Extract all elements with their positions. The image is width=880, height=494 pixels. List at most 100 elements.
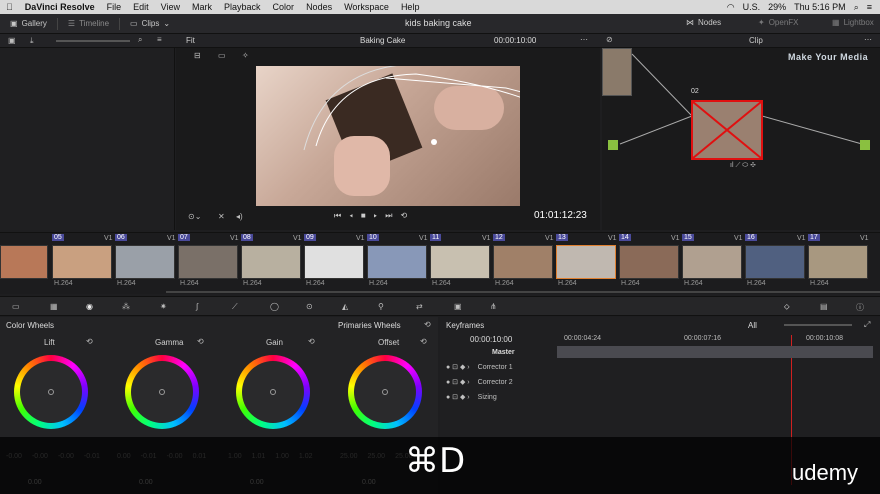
curves-icon[interactable]: ∫ [196, 302, 198, 311]
timeline-scrollbar[interactable] [166, 291, 880, 293]
color-match-icon[interactable]: ▦ [50, 302, 58, 311]
keyframe-zoom-slider[interactable] [784, 324, 852, 326]
menu-color[interactable]: Color [267, 2, 301, 12]
key-icon[interactable]: ⚲ [378, 302, 384, 311]
wheel-center-handle[interactable] [48, 389, 54, 395]
menu-edit[interactable]: Edit [127, 2, 155, 12]
timeline-clip[interactable] [556, 245, 616, 279]
color-wheel[interactable] [348, 355, 422, 429]
timeline-clip[interactable] [304, 245, 364, 279]
wifi-icon[interactable]: ◠ [727, 2, 735, 13]
wheel-center-handle[interactable] [382, 389, 388, 395]
clip-mode-dropdown[interactable]: Clip [749, 36, 763, 45]
fit-dropdown[interactable]: Fit [186, 36, 195, 45]
timeline-button[interactable]: ☰ Timeline [58, 19, 119, 28]
list-icon[interactable]: ≡ [157, 35, 162, 44]
color-wheel[interactable] [236, 355, 310, 429]
app-menu[interactable]: DaVinci Resolve [19, 2, 101, 12]
wheels-mode-dropdown[interactable]: Primaries Wheels [338, 321, 401, 330]
clock[interactable]: Thu 5:16 PM [794, 2, 846, 12]
timeline-clip[interactable] [241, 245, 301, 279]
input-node-icon[interactable] [608, 140, 618, 150]
split-view-icon[interactable]: ⊟ [194, 51, 201, 60]
menu-playback[interactable]: Playback [218, 2, 267, 12]
menu-file[interactable]: File [101, 2, 128, 12]
speaker-icon[interactable]: ◂) [236, 212, 243, 221]
menu-nodes[interactable]: Nodes [300, 2, 338, 12]
waveform-icon[interactable]: ▤ [820, 302, 828, 311]
menu-list-icon[interactable]: ≡ [867, 2, 872, 12]
search-icon[interactable]: ⌕ [138, 35, 142, 45]
wheel-center-handle[interactable] [159, 389, 165, 395]
keyframe-row-icons[interactable]: ● ⊡ ◆ › [446, 393, 470, 401]
tracker-icon[interactable]: ⊙ [306, 302, 313, 311]
3d-icon[interactable]: ▣ [454, 302, 462, 311]
reset-icon[interactable]: ⟲ [308, 337, 315, 346]
node-tool-icons[interactable]: ıl ⟋ ⬭ ✣ [730, 162, 756, 170]
filter-dropdown[interactable]: All [748, 321, 757, 330]
reset-icon[interactable]: ⟲ [197, 337, 204, 346]
more-icon[interactable]: ⋯ [864, 35, 872, 44]
split-icon[interactable]: ⋔ [490, 302, 497, 311]
qualifier-icon[interactable]: ⟋ [232, 302, 238, 312]
timeline-clip[interactable] [52, 245, 112, 279]
power-window-shapes[interactable] [256, 66, 520, 206]
timeline-clip[interactable] [115, 245, 175, 279]
info-icon[interactable]: ⓘ [856, 302, 864, 313]
sizing-icon[interactable]: ⇄ [416, 302, 423, 311]
color-wheel[interactable] [14, 355, 88, 429]
more-icon[interactable]: ⋯ [580, 35, 588, 44]
color-wheels-icon[interactable]: ◉ [86, 302, 93, 311]
openfx-button[interactable]: ✦ OpenFX [748, 18, 809, 27]
reset-icon[interactable]: ⟲ [424, 320, 431, 329]
blur-icon[interactable]: ◭ [342, 302, 348, 311]
battery-text[interactable]: 29% [768, 2, 786, 12]
bypass-icon[interactable]: ⊘ [606, 35, 613, 44]
close-icon[interactable]: ✕ [218, 212, 225, 221]
search-icon[interactable]: ⌕ [854, 2, 859, 13]
clips-button[interactable]: ▭ Clips ⌄ [120, 19, 180, 28]
keyframe-row-icons[interactable]: ● ⊡ ◆ › [446, 378, 470, 386]
menu-view[interactable]: View [155, 2, 186, 12]
camera-raw-icon[interactable]: ▭ [12, 302, 20, 311]
timeline-clip[interactable] [0, 245, 48, 279]
window-tool-icon[interactable]: ⊙⌄ [188, 212, 201, 221]
source-timecode: 00:00:10:00 [494, 36, 537, 45]
transport-controls[interactable]: ⏮◂■▸⏭⟲ [334, 211, 415, 221]
timeline-clip[interactable] [367, 245, 427, 279]
wheel-center-handle[interactable] [270, 389, 276, 395]
reset-icon[interactable]: ⟲ [420, 337, 427, 346]
timeline-clip[interactable] [178, 245, 238, 279]
expand-icon[interactable]: ⤢ [864, 320, 870, 330]
rgb-mixer-icon[interactable]: ⁂ [122, 302, 130, 311]
apple-menu-icon[interactable]:  [0, 2, 19, 12]
clip-name[interactable]: Baking Cake [360, 36, 405, 45]
node-02[interactable] [691, 100, 763, 160]
nodes-button[interactable]: ⋈ Nodes [676, 18, 731, 27]
timeline-clip[interactable] [430, 245, 490, 279]
motion-effects-icon[interactable]: ✷ [160, 302, 167, 311]
layout-icon[interactable]: ▣ [8, 36, 16, 45]
scopes-icon[interactable]: ⬦ [784, 302, 790, 312]
gallery-button[interactable]: ▣ Gallery [0, 19, 57, 28]
timeline-clip[interactable] [493, 245, 553, 279]
timeline-clip[interactable] [682, 245, 742, 279]
magic-wand-icon[interactable]: ✧ [242, 51, 249, 60]
frame-icon[interactable]: ▭ [218, 51, 226, 60]
menu-workspace[interactable]: Workspace [338, 2, 395, 12]
timeline-clip[interactable] [808, 245, 868, 279]
menu-help[interactable]: Help [395, 2, 426, 12]
window-icon[interactable]: ◯ [270, 302, 279, 311]
input-flag[interactable]: U.S. [743, 2, 761, 12]
menu-mark[interactable]: Mark [186, 2, 218, 12]
timeline-clip[interactable] [619, 245, 679, 279]
download-icon[interactable]: ⤓ [30, 36, 34, 46]
keyframe-row-icons[interactable]: ● ⊡ ◆ › [446, 363, 470, 371]
color-wheel[interactable] [125, 355, 199, 429]
video-frame[interactable] [256, 66, 520, 206]
timeline-clip[interactable] [745, 245, 805, 279]
reset-icon[interactable]: ⟲ [86, 337, 93, 346]
zoom-slider[interactable] [56, 40, 130, 42]
output-node-icon[interactable] [860, 140, 870, 150]
lightbox-button[interactable]: ▦ Lightbox [822, 18, 880, 27]
